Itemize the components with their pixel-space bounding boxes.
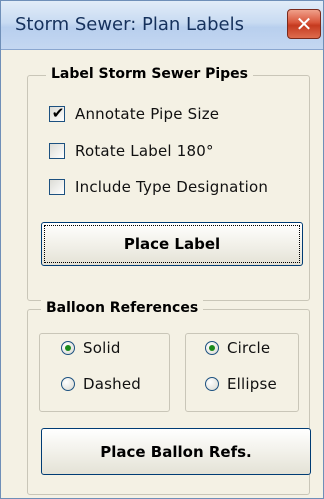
rotate-label-label: Rotate Label 180°: [75, 142, 214, 160]
radio-selected-dot: [65, 345, 71, 351]
ellipse-label: Ellipse: [227, 375, 277, 393]
checkmark-icon: ✔: [51, 104, 65, 122]
include-type-designation-checkbox[interactable]: [49, 179, 65, 195]
label-pipes-group-label: Label Storm Sewer Pipes: [46, 66, 254, 82]
place-balloon-refs-button[interactable]: Place Ballon Refs.: [41, 428, 311, 475]
dashed-option[interactable]: Dashed: [61, 373, 141, 395]
place-label-button[interactable]: Place Label: [41, 222, 303, 266]
include-type-designation-option[interactable]: Include Type Designation: [49, 176, 268, 198]
rotate-label-checkbox[interactable]: [49, 143, 65, 159]
close-button[interactable]: ✕: [287, 9, 321, 39]
circle-radio[interactable]: [205, 341, 219, 355]
dashed-radio[interactable]: [61, 377, 75, 391]
solid-option[interactable]: Solid: [61, 337, 121, 359]
rotate-label-option[interactable]: Rotate Label 180°: [49, 140, 214, 162]
radio-selected-dot: [209, 345, 215, 351]
solid-label: Solid: [83, 339, 121, 357]
ellipse-radio[interactable]: [205, 377, 219, 391]
annotate-pipe-size-option[interactable]: ✔ Annotate Pipe Size: [49, 103, 219, 125]
close-icon: ✕: [295, 12, 313, 36]
solid-radio[interactable]: [61, 341, 75, 355]
title-bar[interactable]: Storm Sewer: Plan Labels ✕: [1, 1, 323, 50]
circle-option[interactable]: Circle: [205, 337, 270, 359]
dialog-content: Label Storm Sewer Pipes ✔ Annotate Pipe …: [15, 50, 311, 496]
include-type-designation-label: Include Type Designation: [75, 178, 269, 196]
annotate-pipe-size-checkbox[interactable]: ✔: [49, 104, 65, 122]
window-title: Storm Sewer: Plan Labels: [15, 14, 244, 35]
circle-label: Circle: [227, 339, 271, 357]
ellipse-option[interactable]: Ellipse: [205, 373, 277, 395]
balloon-references-group-label: Balloon References: [41, 300, 204, 316]
dialog-window: Storm Sewer: Plan Labels ✕ Label Storm S…: [0, 0, 324, 499]
dashed-label: Dashed: [83, 375, 142, 393]
annotate-pipe-size-label: Annotate Pipe Size: [75, 105, 220, 123]
